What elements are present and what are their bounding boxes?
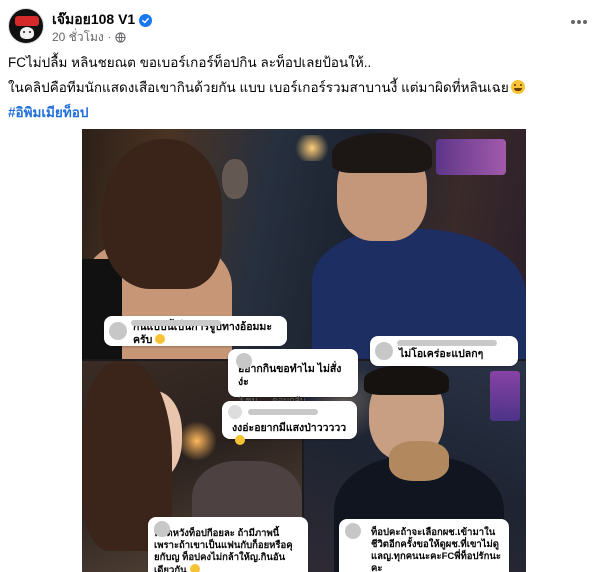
caption-line-2: ในคลิปคือทีมนักแสดงเสือเขากินด้วยกัน แบบ… bbox=[8, 78, 592, 98]
comment-overlay-5: หมดหวังท็อปกีอยละ ถ้ามีภาพนี้ เพราะถ้าเข… bbox=[148, 517, 308, 572]
meta-separator: · bbox=[107, 32, 112, 43]
comment-overlay-4: ไม่โอเคร่อะแปลกๆ bbox=[370, 336, 518, 366]
blurred-commenter-name bbox=[131, 320, 221, 326]
laughing-emoji-icon bbox=[235, 435, 245, 445]
laughing-emoji-icon bbox=[189, 564, 200, 572]
warm-light bbox=[177, 421, 217, 461]
commenter-avatar bbox=[109, 322, 127, 340]
globe-icon[interactable] bbox=[115, 32, 126, 43]
caption-line-1: FCไม่ปลื้ม หลินชยณต ขอเบอร์เกอร์ท็อปกิน … bbox=[8, 55, 372, 70]
facebook-post: เจ๊มอย108 V1 20 ชั่วโมง · FCไม่ปลื้ม หลิ… bbox=[0, 0, 600, 572]
neon-sign bbox=[436, 139, 506, 175]
comment-text: หมดหวังท็อปกีอยละ ถ้ามีภาพนี้ เพราะถ้าเข… bbox=[154, 528, 293, 572]
commenter-avatar bbox=[236, 353, 252, 369]
comment-text: ท็อปคะถ้าจะเลือกผช.เข้ามาในชีวิตอีกครั้ง… bbox=[371, 527, 501, 572]
commenter-avatar bbox=[375, 342, 393, 360]
caption-line-2-text: ในคลิปคือทีมนักแสดงเสือเขากินด้วยกัน แบบ… bbox=[8, 80, 509, 95]
commenter-avatar bbox=[154, 521, 170, 537]
caption-hashtag-row: #อิพิมเมียท็อป bbox=[8, 103, 592, 123]
comment-overlay-6: ท็อปคะถ้าจะเลือกผช.เข้ามาในชีวิตอีกครั้ง… bbox=[339, 519, 509, 572]
blurred-commenter-name bbox=[248, 409, 318, 415]
comment-text: อยากกินขอทำไม ไม่สั่งง่ะ bbox=[238, 363, 342, 388]
post-meta: 20 ชั่วโมง · bbox=[52, 28, 126, 47]
post-timestamp[interactable]: 20 ชั่วโมง bbox=[52, 28, 104, 47]
woman-hair bbox=[102, 139, 222, 289]
comment-overlay-3: งงอ่ะอยากมีแสงป่าววววว bbox=[222, 401, 357, 445]
comment-overlay-2: อยากกินขอทำไม ไม่สั่งง่ะ 3 ชม. ตอบกลับ bbox=[228, 349, 358, 405]
burger bbox=[389, 441, 449, 481]
man-hair bbox=[332, 133, 432, 173]
post-caption: FCไม่ปลื้ม หลินชยณต ขอเบอร์เกอร์ท็อปกิน … bbox=[8, 53, 592, 128]
avatar-logo-banner bbox=[15, 16, 39, 26]
more-options-icon[interactable] bbox=[566, 12, 592, 32]
comment-text: ไม่โอเคร่อะแปลกๆ bbox=[399, 347, 484, 360]
ceiling-light bbox=[292, 135, 332, 161]
comment-overlay-1: กินแบบนี้เป็นการจูบทางอ้อมมะครับ bbox=[104, 316, 287, 346]
man-hair bbox=[364, 365, 449, 395]
commenter-avatar bbox=[228, 405, 242, 419]
laughing-emoji-icon bbox=[155, 334, 166, 344]
hashtag-link[interactable]: #อิพิมเมียท็อป bbox=[8, 105, 88, 120]
commenter-avatar bbox=[345, 523, 361, 539]
avatar-logo-face bbox=[20, 27, 34, 39]
blurred-commenter-name bbox=[397, 340, 497, 346]
laughing-emoji-icon bbox=[510, 80, 525, 94]
author-avatar[interactable] bbox=[8, 8, 44, 44]
background-person bbox=[222, 159, 248, 199]
neon-sign bbox=[490, 371, 520, 421]
comment-text: งงอ่ะอยากมีแสงป่าววววว bbox=[232, 422, 357, 448]
verified-badge-icon bbox=[139, 13, 153, 27]
